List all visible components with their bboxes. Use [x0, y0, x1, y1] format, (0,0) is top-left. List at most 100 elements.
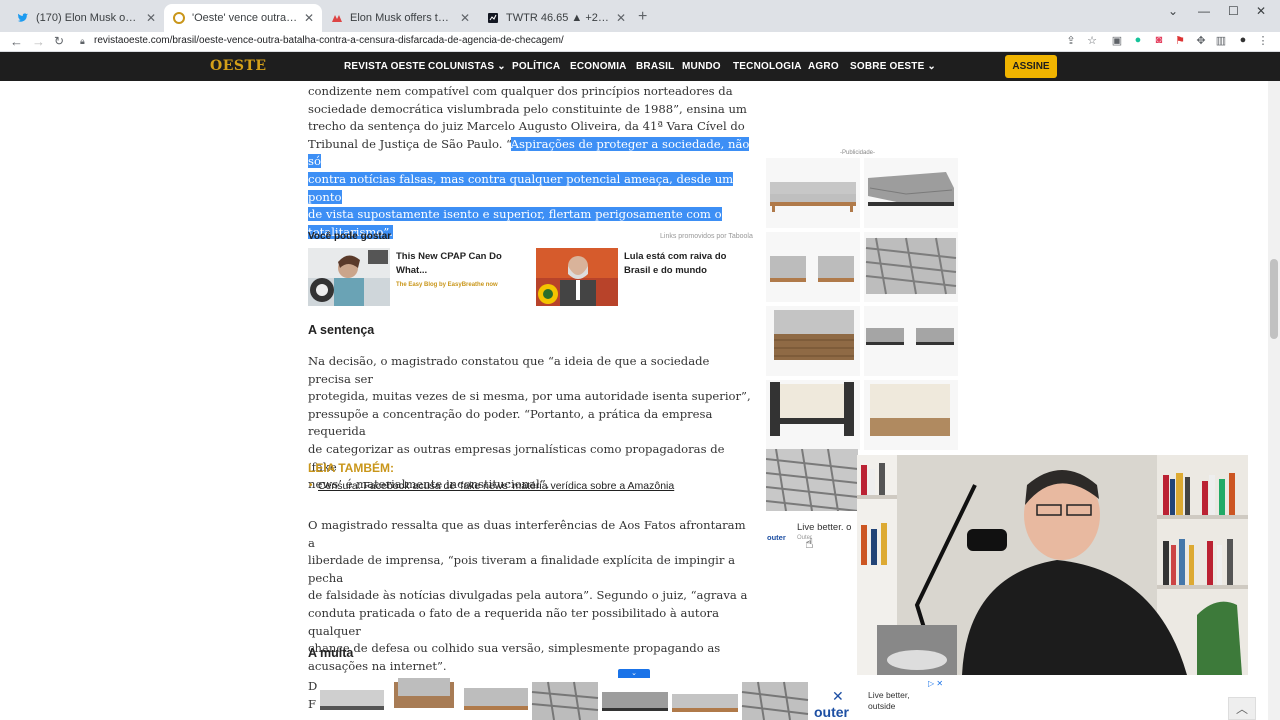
nav-brasil[interactable]: BRASIL [636, 61, 674, 72]
recommendation-title[interactable]: Lula está com raiva do Brasil e do mundo [624, 250, 754, 278]
recommendation-title[interactable]: This New CPAP Can Do What... [396, 250, 516, 278]
close-window-icon[interactable]: ✕ [1256, 4, 1266, 18]
text-line: conduta praticada o fato de a requerida … [308, 605, 720, 638]
nav-tecnologia[interactable]: TECNOLOGIA [733, 61, 802, 72]
reload-icon[interactable]: ↻ [54, 34, 64, 48]
section-heading: A sentença [308, 323, 375, 337]
ad-label: -Publicidade- [840, 150, 876, 156]
nav-economia[interactable]: ECONOMIA [570, 61, 627, 72]
tab-twitter-elon[interactable]: (170) Elon Musk on Twitter: "I m... ✕ [8, 4, 164, 32]
tab-twtr-chart[interactable]: TWTR 46.65 ▲ +2.2% Layout ✕ [478, 4, 634, 32]
adchoices-icon[interactable]: ▷ ✕ [928, 679, 943, 688]
close-tab-icon[interactable]: ✕ [304, 11, 314, 25]
text-line: protegida, muitas vezes de si mesma, por… [308, 389, 751, 404]
text-segment: Tribunal de Justiça de São Paulo. “ [308, 136, 511, 151]
extension-icon[interactable]: ▣ [1110, 34, 1124, 48]
oeste-icon [172, 11, 186, 25]
minimize-icon[interactable]: — [1198, 4, 1210, 18]
close-tab-icon[interactable]: ✕ [616, 11, 626, 25]
sidebar-icon[interactable]: ▥ [1214, 34, 1228, 48]
tab-elon-offers[interactable]: Elon Musk offers to buy Twitter f... ✕ [322, 4, 478, 32]
tab-title: 'Oeste' vence outra batalha contr... [192, 12, 298, 24]
close-tab-icon[interactable]: ✕ [460, 11, 470, 25]
nav-revista-oeste[interactable]: REVISTA OESTE [344, 61, 426, 72]
tab-title: Elon Musk offers to buy Twitter f... [350, 12, 454, 24]
recommendation-source: The Easy Blog by EasyBreathe now [396, 282, 498, 288]
bottom-furniture-ad[interactable] [318, 678, 950, 720]
ad-caption[interactable]: Live better. o [797, 522, 851, 533]
nav-colunistas[interactable]: COLUNISTAS ⌄ [428, 61, 506, 72]
scrollbar-thumb[interactable] [1270, 259, 1278, 339]
back-icon[interactable]: ← [10, 34, 23, 49]
nav-mundo[interactable]: MUNDO [682, 61, 721, 72]
site-logo[interactable]: OESTE [210, 58, 267, 74]
hand-cursor-icon: ☝︎ [805, 535, 814, 551]
webcam-overlay [857, 455, 1248, 675]
flag-extension-icon[interactable]: ⚑ [1173, 34, 1187, 48]
nav-politica[interactable]: POLÍTICA [512, 61, 560, 72]
text-line: chance de defesa ou colhido sua versão, … [308, 641, 721, 656]
text-line: sociedade democrática vislumbrada pelo c… [308, 101, 747, 116]
url-field[interactable]: revistaoeste.com/brasil/oeste-vence-outr… [94, 35, 564, 46]
related-article-link[interactable]: Censura: Facebook acusa de ‘fake news’ m… [318, 480, 674, 492]
recommendation-card[interactable]: This New CPAP Can Do What... The Easy Bl… [308, 248, 528, 308]
new-tab-button[interactable]: + [638, 8, 647, 26]
outer-logo[interactable]: outer [767, 533, 786, 542]
article-paragraph: O magistrado ressalta que as duas interf… [308, 517, 754, 675]
selected-text: contra notícias falsas, mas contra qualq… [308, 171, 734, 204]
tab-oeste-article[interactable]: 'Oeste' vence outra batalha contr... ✕ [164, 4, 322, 32]
close-tab-icon[interactable]: ✕ [146, 11, 156, 25]
text-line: contra notícias falsas, mas contra qualq… [308, 171, 754, 206]
article-paragraph: condizente nem compatível com qualquer d… [308, 83, 754, 241]
text-line: liberdade de imprensa, “pois tiveram a f… [308, 553, 735, 585]
tradingview-icon [486, 11, 500, 25]
caption-line: Live better, [868, 690, 910, 700]
grammarly-icon[interactable]: ● [1131, 34, 1145, 48]
text-line: trecho da sentença do juiz Marcelo Augus… [308, 119, 745, 134]
lock-icon: 🔒︎ [80, 36, 85, 46]
text-line: de falsidade às notícias divulgadas pela… [308, 588, 748, 603]
rug-ad-tile[interactable] [766, 449, 858, 511]
recommendations-heading: Você pode gostar [308, 231, 392, 242]
maximize-icon[interactable]: ☐ [1228, 4, 1239, 18]
text-line: acusações na internet”. [308, 658, 447, 673]
selected-text: de vista supostamente isento e superior,… [308, 207, 722, 222]
puzzle-icon[interactable]: ✥ [1194, 34, 1208, 48]
subscribe-button[interactable]: ASSINE [1005, 55, 1057, 78]
outer-logo[interactable]: outer [814, 704, 849, 720]
bottom-ad-caption[interactable]: Live better, outside [868, 690, 910, 712]
bullet-icon: • [309, 480, 313, 491]
text-line: pressupõe a concentração do poder. “Port… [308, 406, 713, 439]
profile-avatar[interactable]: ● [1236, 34, 1250, 48]
caption-line: outside [868, 701, 896, 711]
nav-sobre-oeste[interactable]: SOBRE OESTE ⌄ [850, 61, 936, 72]
back-to-top-button[interactable]: ︿ [1228, 697, 1256, 720]
text-line: Tribunal de Justiça de São Paulo. “Aspir… [308, 136, 754, 171]
address-bar-row: ← → ↻ 🔒︎ revistaoeste.com/brasil/oeste-v… [0, 32, 1280, 52]
text-line: O magistrado ressalta que as duas interf… [308, 518, 746, 550]
outer-x-icon: ✕ [832, 688, 844, 704]
recommendation-card[interactable]: Lula está com raiva do Brasil e do mundo [536, 248, 756, 308]
bookmark-star-icon[interactable]: ☆ [1085, 34, 1099, 48]
twitter-icon [16, 11, 30, 25]
forward-icon[interactable]: → [32, 34, 45, 49]
chevron-down-icon[interactable]: ⌄ [1168, 4, 1178, 18]
text-line: condizente nem compatível com qualquer d… [308, 84, 733, 98]
section-heading: A multa [308, 646, 354, 660]
tab-title: TWTR 46.65 ▲ +2.2% Layout [506, 12, 610, 24]
share-icon[interactable]: ⇪ [1064, 34, 1078, 48]
page-scrollbar[interactable] [1268, 81, 1280, 720]
furniture-ad[interactable] [766, 158, 958, 450]
leia-tambem-heading: LEIA TAMBÉM: [308, 461, 394, 475]
text-line: de vista supostamente isento e superior,… [308, 206, 754, 224]
taboola-label[interactable]: Links promovidos por Taboola [660, 233, 753, 240]
pocket-icon[interactable]: ◙ [1152, 34, 1166, 48]
collapse-ad-button[interactable]: ⌄ [618, 669, 650, 678]
cpap-thumbnail [308, 248, 390, 306]
browser-tab-bar: (170) Elon Musk on Twitter: "I m... ✕ 'O… [0, 0, 1280, 32]
menu-dots-icon[interactable]: ⋮ [1256, 34, 1270, 48]
news-icon [330, 11, 344, 25]
nav-agro[interactable]: AGRO [808, 61, 839, 72]
site-navigation: OESTE REVISTA OESTE COLUNISTAS ⌄ POLÍTIC… [0, 52, 1280, 81]
tab-title: (170) Elon Musk on Twitter: "I m... [36, 12, 140, 24]
